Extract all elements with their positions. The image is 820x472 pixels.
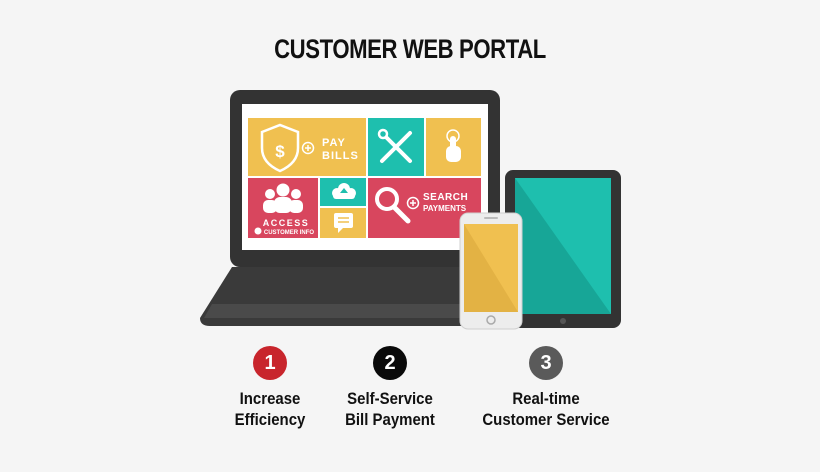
step-number-badge: 2 <box>373 346 407 380</box>
step-label-line2: Customer Service <box>482 410 610 429</box>
step-label-line1: Real-time <box>512 389 580 408</box>
step-number-badge: 3 <box>529 346 563 380</box>
step-number-badge: 1 <box>253 346 287 380</box>
step-3: 3 Real-time Customer Service <box>446 346 646 430</box>
steps: 1 Increase Efficiency 2 Self-Service Bil… <box>0 0 820 472</box>
